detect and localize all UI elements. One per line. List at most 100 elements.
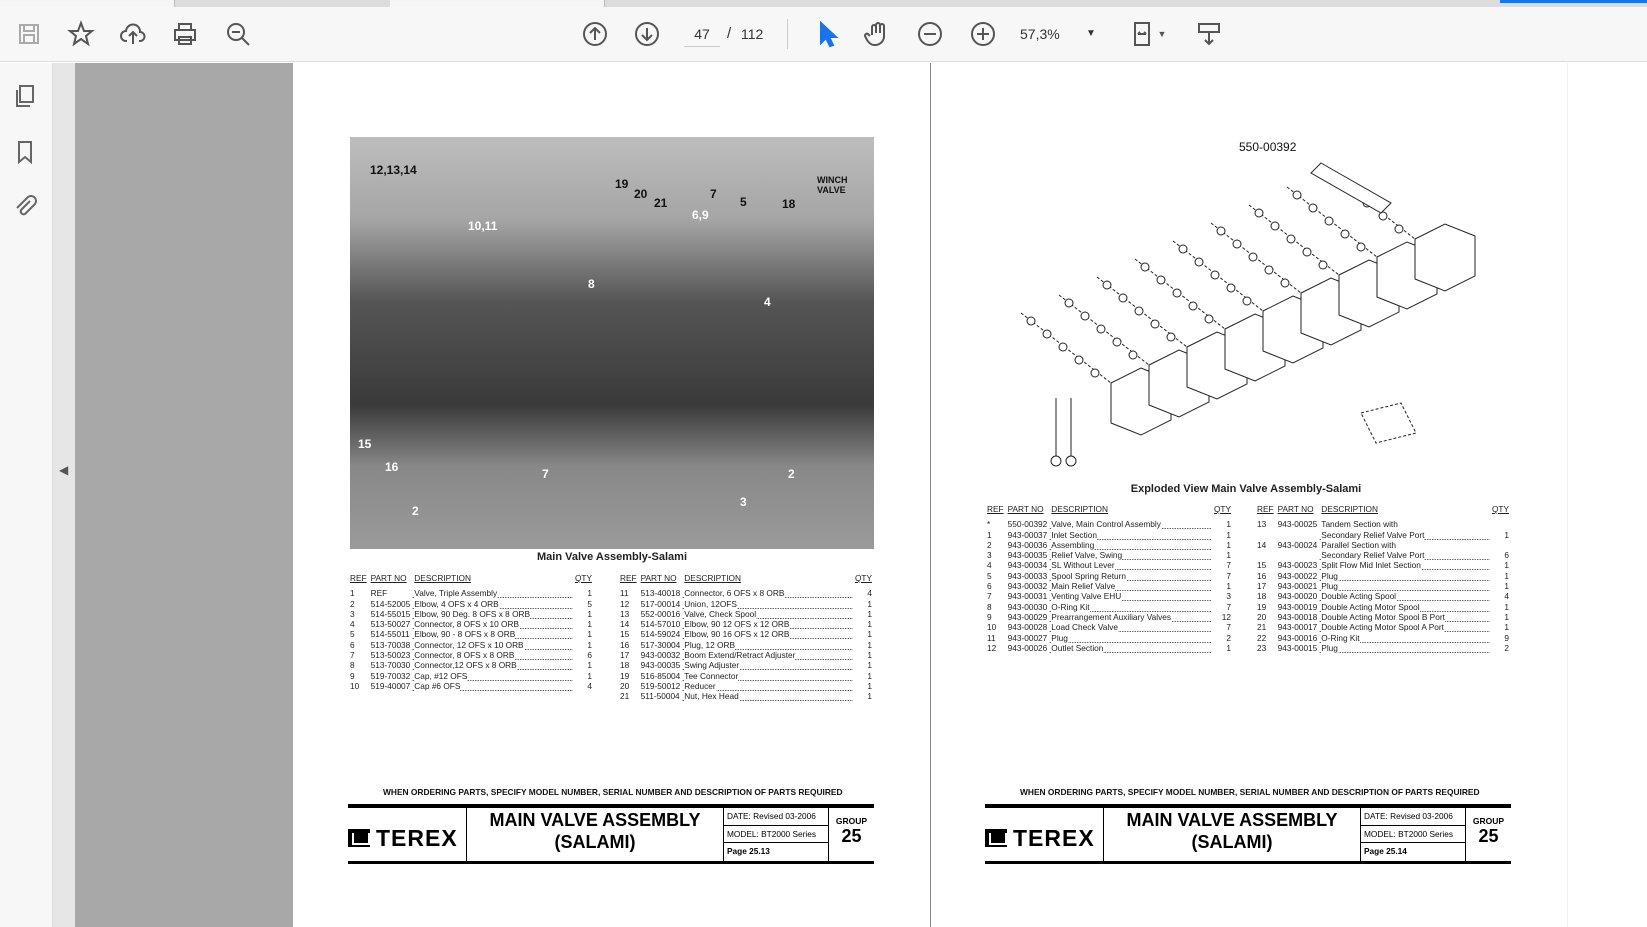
attachments-icon[interactable] [12,193,40,221]
previous-page-icon[interactable] [578,17,612,51]
bookmark-star-icon[interactable] [64,17,98,51]
scroll-mode-icon[interactable] [1192,17,1226,51]
hand-tool-icon[interactable] [861,17,895,51]
description-cell: Double Acting Motor Spool B Port [1319,611,1490,623]
description-text: Secondary Relief Valve Port [1321,550,1425,561]
photo-callout: 3 [740,495,747,509]
document-title: MAIN VALVE ASSEMBLY (SALAMI) [466,808,724,861]
qty-cell: 1 [1504,601,1509,612]
print-icon[interactable] [168,17,202,51]
column-header: DESCRIPTION [414,573,471,583]
qty-cell: 7 [1226,601,1231,612]
description-text: Double Acting Spool [1321,591,1397,602]
pdf-page-right: 550-00392 Exploded View Main Valve Assem… [931,63,1567,927]
diagram-part [1102,280,1112,290]
zoom-in-icon[interactable] [966,17,1000,51]
page-total: 112 [741,26,764,42]
tab-strip [0,0,1647,7]
description-cell: Connector, 6 OFS x 8 ORB [682,588,853,599]
description-text: Load Check Valve [1051,622,1119,633]
description-text: Boom Extend/Retract Adjuster [684,650,796,661]
part-no-cell: 519-40007 [370,680,411,691]
photo-callout: 8 [588,277,595,291]
description-text: Cap, #12 OFS [414,670,468,681]
diagram-part [1356,242,1366,252]
zoom-out-icon[interactable] [913,17,947,51]
part-no-cell: 943-00036 [1007,539,1048,550]
diagram-part [1308,203,1318,213]
diagram-part [1118,293,1128,303]
part-no-cell: 943-00027 [1007,632,1048,643]
description-cell: Plug [1319,570,1490,582]
tab[interactable] [390,0,605,7]
diagram-part [1340,229,1350,239]
description-text: Elbow, 90 12 OFS x 12 ORB [684,619,790,630]
table-header: REF PART NO DESCRIPTION QTY [1255,504,1511,519]
diagram-part [1128,350,1138,360]
description-cell: Reducer [682,680,853,692]
description-text: Venting Valve EHU [1051,591,1122,602]
description-cell: Elbow, 90 12 OFS x 12 ORB [682,619,853,630]
photo-callout: 21 [654,196,668,210]
table-row: 3 514-55015 Elbow, 90 Deg. 8 OFS x 8 ORB 1 [348,608,594,620]
ordering-notice: WHEN ORDERING PARTS, SPECIFY MODEL NUMBE… [1020,787,1480,797]
part-no-cell: 943-00028 [1007,622,1048,633]
photo-callout: 2 [412,504,419,518]
column-header: QTY [1491,504,1509,514]
ref-cell: 15 [620,629,630,640]
diagram-part [1248,252,1258,262]
description-text: Valve, Triple Assembly [414,588,498,599]
bookmarks-icon[interactable] [12,139,40,167]
diagram-part [1074,355,1084,365]
description-text: Relief Valve, Swing [1051,550,1123,561]
table-row: 13 943-00025 Tandem Section with [1255,519,1511,530]
diagram-part [1058,342,1068,352]
ref-cell: 1 [987,529,992,540]
next-page-icon[interactable] [630,17,664,51]
page-thumbnails-icon[interactable] [12,83,40,111]
qty-cell: 4 [587,680,592,691]
description-cell: Prearrangement Auxiliary Valves [1049,611,1212,623]
part-no-cell: 943-00016 [1277,632,1318,643]
page-number-input[interactable]: 47 [684,21,720,47]
zoom-level-select[interactable]: 57,3% ▼ [1020,21,1110,47]
diagram-part [1080,311,1090,321]
ref-cell: 7 [350,650,355,661]
sidebar [0,63,53,927]
diagram-part [1172,288,1182,298]
description-text: Connector, 12 OFS x 10 ORB [414,639,524,650]
callout-bubble [1065,455,1077,467]
upload-cloud-icon[interactable] [116,17,150,51]
qty-cell [1490,519,1511,529]
description-text: Outlet Section [1051,642,1104,653]
description-cell: Cap #6 OFS [412,680,573,692]
description-cell: Double Acting Motor Spool A Port [1319,622,1490,633]
description-cell: Secondary Relief Valve Port [1319,550,1490,561]
tab[interactable] [0,0,175,7]
save-icon[interactable] [12,17,46,51]
fit-page-icon[interactable]: ▼ [1124,17,1172,51]
ref-cell [1255,550,1276,560]
qty-cell: 1 [867,680,872,691]
part-no-cell: 943-00015 [1277,642,1318,653]
qty-cell: 7 [1226,560,1231,571]
qty-cell: 7 [1226,570,1231,581]
sidebar-collapse-handle[interactable]: ◀ [53,63,75,927]
table-row: 20 943-00018 Double Acting Motor Spool B P… [1255,611,1511,623]
diagram-part [1286,234,1296,244]
photo-callout: 12,13,14 [370,163,417,177]
description-text: Elbow, 90 - 8 OFS x 8 ORB [414,629,516,640]
table-row: 1 943-00037 Inlet Section 1 [985,529,1233,540]
photo-callout: 18 [782,197,796,211]
description-cell: Valve, Main Control Assembly [1049,519,1212,530]
select-cursor-icon[interactable] [809,17,843,51]
description-text: Connector, 8 OFS x 10 ORB [414,619,519,630]
table-row: 10 519-40007 Cap #6 OFS 4 [348,680,594,692]
part-no-cell: 517-30004 [640,639,681,650]
zoom-search-icon[interactable] [221,17,255,51]
group-box: GROUP 25 [828,808,874,861]
diagram-part [1204,314,1214,324]
model: MODEL: BT2000 Series [1361,826,1465,844]
table-row: 6 513-70038 Connector, 12 OFS x 10 ORB 1 [348,639,594,651]
diagram-part [1178,244,1188,254]
